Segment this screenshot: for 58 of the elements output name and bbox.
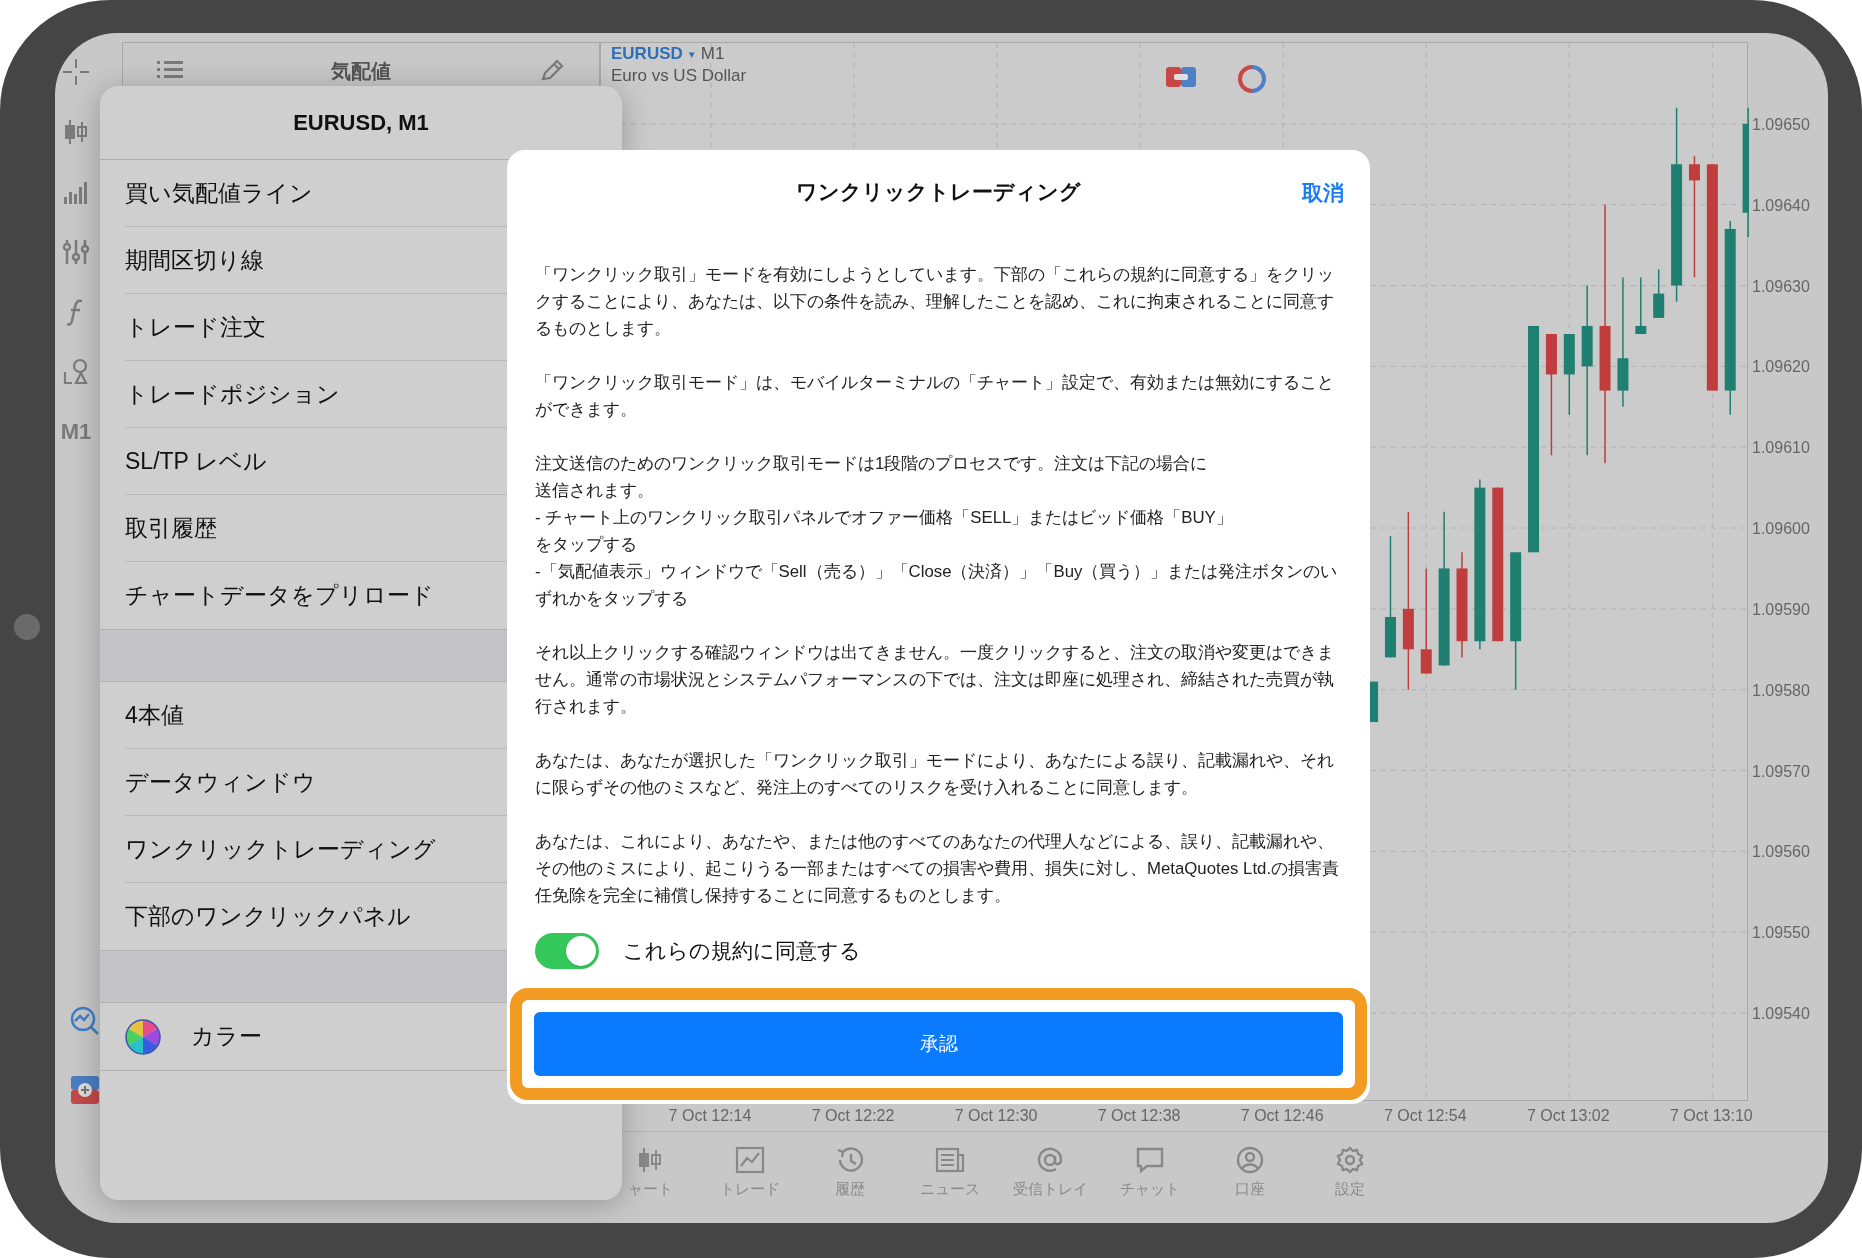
tab[interactable]: ャート bbox=[627, 1180, 673, 1198]
caret-icon[interactable]: ▾ bbox=[688, 43, 695, 65]
tab[interactable]: 履歴 bbox=[835, 1180, 865, 1198]
gear-icon[interactable] bbox=[1335, 1146, 1365, 1174]
price-label: 1.09580 bbox=[1752, 681, 1810, 700]
price-label: 1.09540 bbox=[1752, 1005, 1810, 1024]
dialog-title: ワンクリックトレーディング bbox=[796, 179, 1081, 206]
price-label: 1.09650 bbox=[1752, 115, 1810, 134]
symbol-button[interactable]: EURUSD bbox=[611, 43, 683, 65]
menu-item-label: カラー bbox=[191, 1022, 262, 1052]
time-label: 7 Oct 13:02 bbox=[1526, 1107, 1610, 1125]
tab[interactable]: トレード bbox=[720, 1180, 780, 1198]
color-wheel-icon bbox=[125, 1018, 161, 1055]
add-order-icon[interactable] bbox=[70, 1075, 100, 1105]
list-icon[interactable] bbox=[157, 59, 183, 81]
sliders-icon[interactable] bbox=[61, 237, 91, 267]
price-label: 1.09590 bbox=[1752, 600, 1810, 619]
time-label: 7 Oct 13:10 bbox=[1669, 1107, 1753, 1125]
one-click-icon[interactable] bbox=[1237, 64, 1267, 94]
paragraph: -「気配値表示」ウィンドウで「Sell（売る）」「Close（決済）」「Buy（買う）」または発注ボタンのいずれかをタップする bbox=[535, 561, 1339, 610]
price-label: 1.09610 bbox=[1752, 439, 1810, 458]
candlestick bbox=[1635, 276, 1647, 335]
price-label: 1.09630 bbox=[1752, 277, 1810, 296]
price-label: 1.09620 bbox=[1752, 358, 1810, 377]
price-label: 1.09570 bbox=[1752, 762, 1810, 781]
symbol-description: Euro vs US Dollar bbox=[611, 65, 747, 87]
tab[interactable]: 設定 bbox=[1335, 1180, 1365, 1198]
price-label: 1.09600 bbox=[1752, 520, 1810, 539]
time-label: 7 Oct 12:22 bbox=[811, 1107, 895, 1125]
toggle-label: これらの規約に同意する bbox=[623, 938, 861, 965]
person-icon[interactable] bbox=[1235, 1146, 1265, 1174]
cancel-button[interactable]: 取消 bbox=[1302, 177, 1344, 209]
edit-icon[interactable] bbox=[539, 59, 565, 83]
news-icon[interactable] bbox=[935, 1146, 965, 1174]
time-label: 7 Oct 12:14 bbox=[668, 1107, 752, 1125]
header-title: 気配値 bbox=[331, 59, 391, 83]
price-label: 1.09550 bbox=[1752, 924, 1810, 943]
timeframe-label: M1 bbox=[700, 43, 725, 65]
time-label: 7 Oct 12:46 bbox=[1240, 1107, 1324, 1125]
time-label: 7 Oct 12:30 bbox=[954, 1107, 1038, 1125]
chat-icon[interactable] bbox=[1135, 1146, 1165, 1174]
time-label: 7 Oct 12:54 bbox=[1383, 1107, 1467, 1125]
price-label: 1.09640 bbox=[1752, 196, 1810, 215]
time-label: 7 Oct 12:38 bbox=[1097, 1107, 1181, 1125]
accept-button[interactable]: 承認 bbox=[534, 1012, 1343, 1076]
tab[interactable]: ニュース bbox=[920, 1180, 980, 1198]
tab[interactable]: チャット bbox=[1120, 1180, 1180, 1198]
chart-search-icon[interactable] bbox=[69, 1005, 101, 1037]
line-chart-icon[interactable] bbox=[735, 1146, 765, 1174]
price-label: 1.09560 bbox=[1752, 843, 1810, 862]
at-sign-icon[interactable] bbox=[1035, 1146, 1065, 1174]
trade-panel-icon[interactable] bbox=[1165, 64, 1197, 90]
crosshair-icon[interactable] bbox=[61, 57, 91, 87]
tab[interactable]: 受信トレイ bbox=[1012, 1180, 1088, 1198]
timeframe-button[interactable]: M1 bbox=[60, 417, 92, 447]
history-icon[interactable] bbox=[835, 1146, 865, 1174]
candlestick bbox=[1653, 268, 1665, 319]
toggle-switch[interactable] bbox=[535, 933, 599, 969]
